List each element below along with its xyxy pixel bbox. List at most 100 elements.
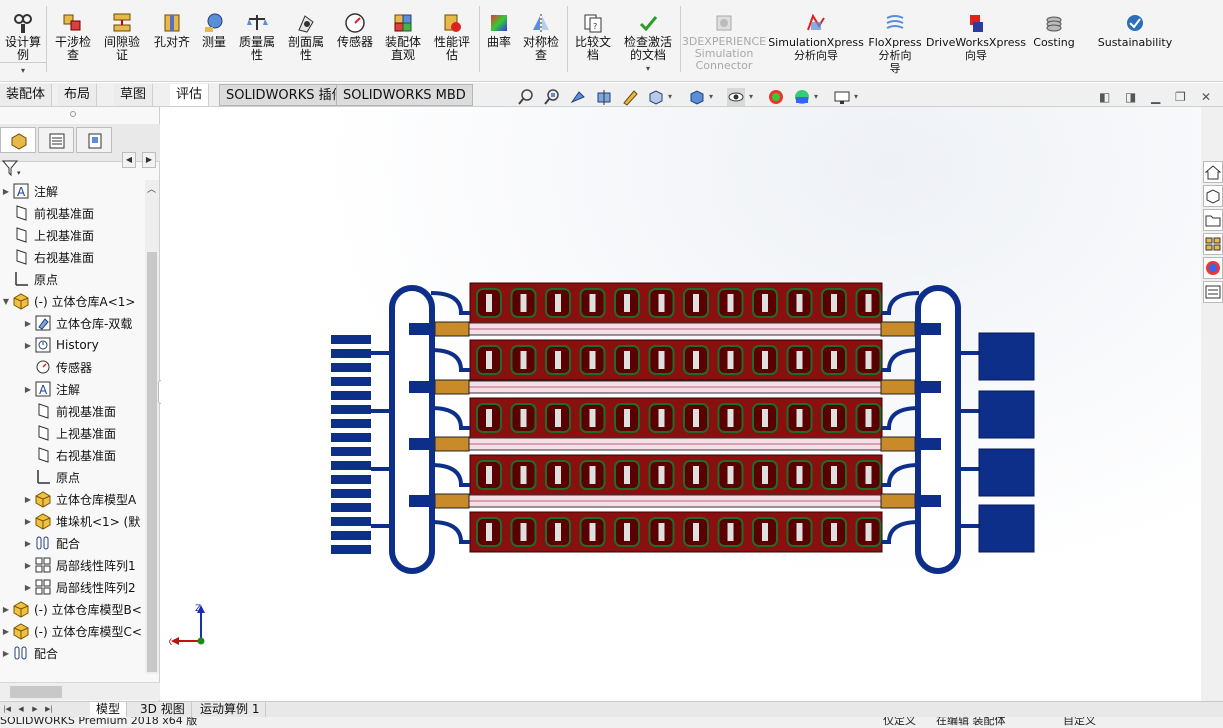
prev-tab-icon[interactable]: ◀ (16, 704, 26, 715)
section-properties-button[interactable]: 剖面属 性 (283, 4, 329, 76)
interference-check-button[interactable]: 干涉检 查 (50, 4, 96, 76)
tree-item[interactable]: 右视基准面 (0, 246, 94, 268)
tree-item[interactable]: ▶ 局部线性阵列1 (22, 554, 136, 576)
tree-item[interactable]: 上视基准面 (0, 224, 94, 246)
sustainability-button[interactable]: Sustainability (1094, 4, 1176, 76)
first-tab-icon[interactable]: |◀ (2, 704, 12, 715)
expand-arrow-icon[interactable]: ▶ (0, 187, 12, 196)
tree-item[interactable]: ▶ 配合 (0, 642, 58, 664)
tab-solidworks-mbd[interactable]: SOLIDWORKS MBD (336, 84, 473, 106)
tree-item[interactable]: 上视基准面 (22, 422, 116, 444)
tree-item[interactable]: ▶ 立体仓库模型A (22, 488, 136, 510)
tab-sketch[interactable]: 草图 (114, 84, 154, 106)
performance-evaluation-button[interactable]: 性能评 估 (429, 4, 475, 76)
tree-item[interactable]: 前视基准面 (22, 400, 116, 422)
tree-item[interactable]: ▶ (-) 立体仓库模型B< (0, 598, 142, 620)
tree-scroll-thumb[interactable] (147, 252, 157, 672)
apply-scene-icon[interactable] (793, 88, 811, 106)
graphics-viewport[interactable]: Z X (161, 107, 1201, 701)
tree-item[interactable]: ▶ History (22, 334, 99, 356)
expand-arrow-icon[interactable]: ▶ (22, 517, 34, 526)
expand-arrow-icon[interactable]: ▶ (0, 649, 12, 658)
tree-item[interactable]: ▶ (-) 立体仓库模型C< (0, 620, 142, 642)
tree-hscrollbar[interactable] (0, 682, 160, 700)
view-settings-icon[interactable] (833, 88, 851, 106)
3dexperience-connector-button[interactable]: 3DEXPERIENCE Simulation Connector (682, 4, 766, 76)
tree-item[interactable]: ▼ (-) 立体仓库A<1> (0, 290, 135, 312)
tree-item[interactable]: ▶ 配合 (22, 532, 80, 554)
expand-arrow-icon[interactable]: ▶ (0, 627, 12, 636)
chevron-down-icon[interactable]: ▾ (646, 62, 650, 75)
tab-model[interactable]: 模型 (90, 702, 128, 717)
expand-arrow-icon[interactable]: ▶ (22, 319, 34, 328)
expand-arrow-icon[interactable]: ▼ (0, 297, 12, 306)
expand-arrow-icon[interactable]: ▶ (22, 539, 34, 548)
view-orientation-icon[interactable] (647, 88, 665, 106)
clearance-verification-button[interactable]: 间隙验 证 (99, 4, 145, 76)
compare-documents-button[interactable]: ? 比较文 档 (570, 4, 616, 76)
scroll-up-icon[interactable]: ︿ (147, 182, 156, 195)
restore-icon[interactable]: ❐ (1175, 90, 1186, 104)
simulationxpress-button[interactable]: SimulationXpress 分析向导 (768, 4, 864, 76)
chevron-down-icon[interactable]: ▾ (814, 92, 818, 101)
view-palette-tab[interactable] (1203, 233, 1223, 255)
floxpress-button[interactable]: FloXpress 分析向 导 (866, 4, 924, 76)
tree-item[interactable]: ▶ 局部线性阵列2 (22, 576, 136, 598)
tab-evaluate[interactable]: 评估 (170, 84, 210, 106)
design-library-tab[interactable] (1203, 185, 1223, 207)
costing-button[interactable]: Costing (1030, 4, 1078, 76)
edit-appearance-icon[interactable] (767, 88, 785, 106)
symmetry-check-button[interactable]: 对称检 查 (518, 4, 564, 76)
panel-grip-icon[interactable] (70, 111, 76, 117)
mass-properties-button[interactable]: 质量属 性 (234, 4, 280, 76)
tile-right-icon[interactable]: ◨ (1125, 90, 1136, 104)
display-style-icon[interactable] (688, 88, 706, 106)
tab-assembly[interactable]: 装配体 (0, 84, 53, 106)
solidworks-resources-tab[interactable] (1203, 161, 1223, 183)
filter-icon[interactable]: ▾ (2, 159, 22, 177)
panel-scroll-left[interactable]: ◀ (122, 152, 136, 168)
measure-button[interactable]: 测量 (196, 4, 232, 76)
design-study-dropdown[interactable]: ▾ (0, 62, 46, 80)
close-icon[interactable]: ✕ (1201, 90, 1211, 104)
featuremanager-tab[interactable] (0, 127, 36, 153)
hide-show-items-icon[interactable] (727, 88, 745, 106)
tab-layout[interactable]: 布局 (58, 84, 98, 106)
tree-item[interactable]: 前视基准面 (0, 202, 94, 224)
zoom-to-area-icon[interactable] (543, 88, 561, 106)
tree-item[interactable]: 原点 (22, 466, 80, 488)
tree-item[interactable]: ▶ A 注解 (0, 180, 58, 202)
expand-arrow-icon[interactable]: ▶ (22, 341, 34, 350)
check-active-document-button[interactable]: 检查激活 的文档 ▾ (619, 4, 677, 76)
previous-view-icon[interactable] (569, 88, 587, 106)
file-explorer-tab[interactable] (1203, 209, 1223, 231)
tile-left-icon[interactable]: ◧ (1099, 90, 1110, 104)
dynamic-annotation-icon[interactable] (621, 88, 639, 106)
expand-arrow-icon[interactable]: ▶ (22, 385, 34, 394)
propertymanager-tab[interactable] (38, 127, 74, 153)
chevron-down-icon[interactable]: ▾ (749, 92, 753, 101)
custom-properties-tab[interactable] (1203, 281, 1223, 303)
chevron-down-icon[interactable]: ▾ (854, 92, 858, 101)
warehouse-model[interactable] (161, 107, 1201, 701)
sensor-button[interactable]: 传感器 (332, 4, 378, 76)
assembly-visualization-button[interactable]: 装配体 直观 (380, 4, 426, 76)
tree-item[interactable]: 传感器 (22, 356, 92, 378)
tree-item[interactable]: ▶ A 注解 (22, 378, 80, 400)
section-view-icon[interactable] (595, 88, 613, 106)
zoom-to-fit-icon[interactable] (517, 88, 535, 106)
expand-arrow-icon[interactable]: ▶ (0, 605, 12, 614)
expand-arrow-icon[interactable]: ▶ (22, 583, 34, 592)
next-tab-icon[interactable]: ▶ (30, 704, 40, 715)
configurationmanager-tab[interactable] (76, 127, 112, 153)
tree-item[interactable]: ▶ 堆垛机<1> (默 (22, 510, 140, 532)
chevron-down-icon[interactable]: ▾ (709, 92, 713, 101)
expand-arrow-icon[interactable]: ▶ (22, 495, 34, 504)
tree-item[interactable]: 原点 (0, 268, 58, 290)
driveworksxpress-button[interactable]: DriveWorksXpress 向导 (926, 4, 1026, 76)
tree-item[interactable]: 右视基准面 (22, 444, 116, 466)
minimize-icon[interactable]: ▁ (1151, 90, 1160, 104)
panel-scroll-right[interactable]: ▶ (142, 152, 156, 168)
tab-3d-views[interactable]: 3D 视图 (134, 702, 192, 717)
chevron-down-icon[interactable]: ▾ (668, 92, 672, 101)
